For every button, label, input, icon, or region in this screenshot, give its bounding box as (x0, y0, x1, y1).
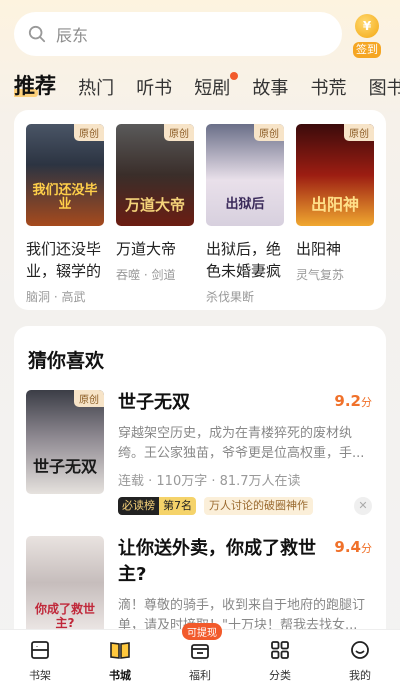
welfare-icon (191, 644, 209, 659)
tab-hot[interactable]: 热门 (78, 74, 114, 100)
book-item[interactable]: 原创 我们还没毕业 我们还没毕业，辍学的 脑洞 · 高武 (26, 124, 104, 305)
book-title: 万道大帝 (116, 240, 177, 258)
search-icon (28, 25, 46, 43)
book-meta: 灵气复苏 (296, 268, 345, 282)
topic-tag: 万人讨论的破圈神作 (204, 497, 313, 515)
book-cover: 原创 万道大帝 (116, 124, 194, 226)
cover-title: 万道大帝 (124, 196, 185, 214)
top-books-card: 原创 我们还没毕业 我们还没毕业，辍学的 脑洞 · 高武 原创 万道大帝 万道大… (14, 110, 386, 310)
recommend-card: 猜你喜欢 原创 世子无双 世子无双 9.2分 穿越架空历史，成为在青楼猝死的废材… (14, 326, 386, 656)
nav-label: 书城 (109, 669, 131, 682)
book-cover: 原创 出阳神 (296, 124, 374, 226)
recommend-item[interactable]: 原创 世子无双 世子无双 9.2分 穿越架空历史，成为在青楼猝死的废材纨绔。王公… (26, 390, 372, 520)
nav-label: 书架 (29, 669, 51, 682)
book-item[interactable]: 原创 出狱后 出狱后，绝色未婚妻疯 杀伐果断 (206, 124, 284, 305)
book-title: 让你送外卖，你成了救世主? (118, 538, 316, 585)
tab-books[interactable]: 图书 (369, 74, 400, 100)
withdraw-badge: 可提现 (182, 623, 222, 640)
book-cover: 原创 我们还没毕业 (26, 124, 104, 226)
nav-bookstore[interactable]: 书城 (80, 630, 160, 689)
score-unit: 分 (361, 542, 372, 555)
badges-row: 必读榜 第7名 万人讨论的破圈神作 ✕ (118, 497, 372, 515)
nav-welfare[interactable]: 可提现 福利 (160, 623, 240, 689)
book-title: 我们还没毕业，辍学的 (26, 240, 102, 280)
original-tag: 原创 (344, 124, 374, 141)
nav-category[interactable]: 分类 (240, 630, 320, 689)
rank-badge: 必读榜 第7名 (118, 497, 196, 515)
book-cover: 你成了救世主? (26, 536, 104, 640)
book-score: 9.2分 (334, 392, 372, 410)
book-title: 出阳神 (296, 240, 342, 258)
rank-label: 必读榜 (118, 497, 159, 515)
nav-profile[interactable]: 我的 (320, 630, 400, 689)
score-value: 9.2 (334, 392, 361, 410)
cover-title: 你成了救世主? (34, 602, 95, 630)
original-tag: 原创 (74, 390, 104, 407)
cover-title: 出阳神 (310, 195, 359, 214)
book-item[interactable]: 原创 出阳神 出阳神 灵气复苏 (296, 124, 374, 283)
book-meta: 杀伐果断 (206, 290, 255, 304)
book-info: 世子无双 9.2分 穿越架空历史，成为在青楼猝死的废材纨绔。王公家独苗，爷爷更是… (118, 390, 372, 515)
dismiss-button[interactable]: ✕ (354, 497, 372, 515)
tab-short-drama[interactable]: 短剧 (194, 72, 239, 100)
book-title: 出狱后，绝色未婚妻疯 (206, 240, 282, 280)
rank-position: 第7名 (159, 497, 196, 515)
search-row: 辰东 ¥ 签到 (14, 12, 386, 58)
search-placeholder: 辰东 (56, 26, 89, 45)
score-value: 9.4 (334, 538, 361, 556)
search-input[interactable]: 辰东 (14, 12, 342, 56)
cover-title: 世子无双 (32, 457, 97, 476)
book-meta: 吞噬 · 剑道 (116, 268, 176, 282)
original-tag: 原创 (74, 124, 104, 141)
original-tag: 原创 (164, 124, 194, 141)
tab-short-drama-label: 短剧 (194, 78, 231, 99)
nav-label: 福利 (189, 669, 211, 682)
nav-label: 我的 (349, 669, 371, 682)
book-title: 世子无双 (118, 392, 190, 413)
checkin-label: 签到 (353, 42, 381, 58)
section-title: 猜你喜欢 (28, 350, 105, 372)
bottom-nav: 书架 书城 可提现 福利 分类 我的 (0, 623, 400, 689)
nav-bookshelf[interactable]: 书架 (0, 630, 80, 689)
tab-story[interactable]: 故事 (252, 74, 288, 100)
bookshelf-icon (31, 641, 49, 659)
profile-icon (351, 641, 369, 659)
book-store-icon (110, 642, 130, 659)
book-info: 让你送外卖，你成了救世主? 9.4分 滴！尊敬的骑手，收到来自于地府的跑腿订单，… (118, 536, 372, 636)
checkin-button[interactable]: ¥ 签到 (348, 14, 386, 58)
book-score: 9.4分 (334, 538, 372, 556)
nav-label: 分类 (269, 669, 291, 682)
coin-icon: ¥ (355, 14, 379, 38)
tab-book-shortage[interactable]: 书荒 (310, 74, 346, 100)
tab-audiobook[interactable]: 听书 (136, 74, 172, 100)
score-unit: 分 (361, 396, 372, 409)
book-stats: 连载 · 110万字 · 81.7万人在读 (118, 474, 301, 489)
book-meta: 脑洞 · 高武 (26, 290, 86, 304)
new-dot (230, 72, 239, 80)
cover-title: 出狱后 (225, 197, 265, 212)
category-tabs: 推荐 热门 听书 短剧 故事 书荒 图书 (14, 70, 400, 106)
book-description: 穿越架空历史，成为在青楼猝死的废材纨绔。王公家独苗，爷爷更是位高权重，手... (118, 426, 365, 461)
cover-title: 我们还没毕业 (32, 183, 98, 212)
tab-recommend[interactable]: 推荐 (14, 70, 56, 100)
original-tag: 原创 (254, 124, 284, 141)
category-icon (271, 641, 289, 659)
book-cover: 原创 出狱后 (206, 124, 284, 226)
book-cover: 原创 世子无双 (26, 390, 104, 494)
book-item[interactable]: 原创 万道大帝 万道大帝 吞噬 · 剑道 (116, 124, 194, 283)
